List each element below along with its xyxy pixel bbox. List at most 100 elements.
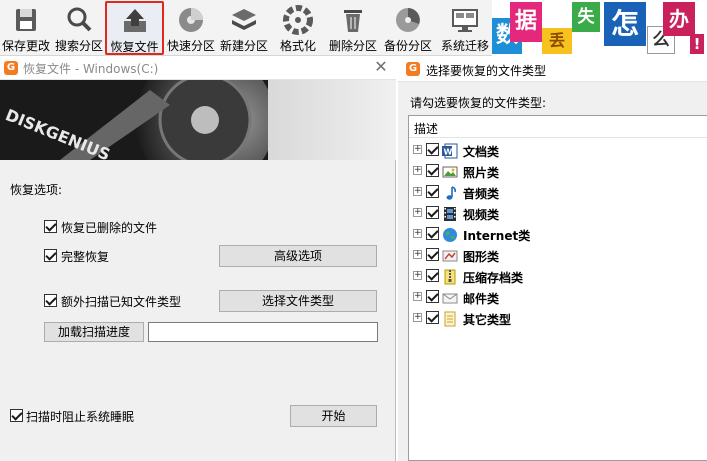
expand-icon[interactable]: + [413,313,422,322]
music-note-icon [446,186,456,200]
other-checkbox[interactable] [426,311,439,324]
graphics-label: 图形类 [463,250,500,264]
file-types-tree: 描述 + W 文档类 + 照片类 + 音频类 + 视频类 + Internet类… [408,115,707,461]
expand-icon[interactable]: + [413,166,422,175]
photos-checkbox[interactable] [426,164,439,177]
mail-label: 邮件类 [463,292,500,306]
banner-tile-ju: 据 [510,2,542,42]
new-partition-label: 新建分区 [219,39,268,53]
save-changes-button[interactable]: 保存更改 [0,2,52,54]
archives-label: 压缩存档类 [463,271,524,285]
search-partition-button[interactable]: 搜索分区 [53,2,105,54]
quick-partition-icon [179,8,203,32]
other-file-icon [444,311,456,327]
prevent-sleep-checkbox[interactable] [10,409,23,422]
select-file-types-button[interactable]: 选择文件类型 [219,290,377,312]
internet-globe-icon [443,228,457,242]
recover-deleted-label: 恢复已删除的文件 [61,221,158,235]
film-strip-icon [444,207,456,221]
documents-label: 文档类 [463,145,500,159]
audio-checkbox[interactable] [426,185,439,198]
recover-files-button[interactable]: 恢复文件 [105,1,164,55]
banner-tile-shi: 失 [572,2,600,32]
backup-partition-button[interactable]: 备份分区 [382,2,434,54]
quick-partition-label: 快速分区 [166,39,215,53]
tree-item-other[interactable]: + 其它类型 [409,308,707,329]
start-button[interactable]: 开始 [290,405,377,427]
delete-partition-button[interactable]: 删除分区 [327,2,379,54]
search-partition-label: 搜索分区 [54,39,103,53]
close-icon[interactable]: ✕ [372,58,390,76]
full-recovery-checkbox[interactable] [44,249,57,262]
documents-checkbox[interactable] [426,143,439,156]
svg-text:W: W [444,148,453,157]
diskgenius-app-icon: G [4,61,18,75]
expand-icon[interactable]: + [413,145,422,154]
tree-item-graphics[interactable]: + 图形类 [409,245,707,266]
backup-partition-icon [396,8,420,32]
format-icon [283,5,313,35]
mail-envelope-icon [442,293,458,304]
tree-item-documents[interactable]: + W 文档类 [409,140,707,161]
tree-item-archives[interactable]: + 压缩存档类 [409,266,707,287]
toolbar: 保存更改 搜索分区 恢复文件 快速分区 新建分区 格式化 删除分区 备份分区 系… [0,0,707,56]
system-migrate-button[interactable]: 系统迁移 [438,2,492,54]
internet-label: Internet类 [463,229,531,243]
graphics-icon [442,250,458,262]
promo-banner[interactable]: 数 据 丢 失 怎 么 办 ! [492,0,707,56]
video-label: 视频类 [463,208,500,222]
recovery-options-label: 恢复选项: [10,183,63,197]
recover-files-icon [123,9,146,32]
recover-deleted-checkbox[interactable] [44,220,57,233]
save-changes-label: 保存更改 [1,39,50,53]
column-header-label: 描述 [414,122,439,136]
extra-scan-checkbox[interactable] [44,294,57,307]
dialog-title: 恢复文件 - Windows(C:) [23,62,159,76]
graphics-checkbox[interactable] [426,248,439,261]
quick-partition-button[interactable]: 快速分区 [165,2,217,54]
file-types-panel: G 选择要恢复的文件类型 请勾选要恢复的文件类型: 描述 + W 文档类 + 照… [398,56,707,461]
new-partition-icon [232,9,256,30]
expand-icon[interactable]: + [413,187,422,196]
delete-partition-label: 删除分区 [328,39,377,53]
audio-label: 音频类 [463,187,500,201]
tree-item-audio[interactable]: + 音频类 [409,182,707,203]
photo-icon [442,166,458,178]
search-partition-icon [67,7,92,32]
video-checkbox[interactable] [426,206,439,219]
tree-item-photos[interactable]: + 照片类 [409,161,707,182]
other-label: 其它类型 [463,313,512,327]
hero-fade [268,80,396,160]
advanced-options-button[interactable]: 高级选项 [219,245,377,267]
full-recovery-label: 完整恢复 [61,250,110,264]
extra-scan-label: 额外扫描已知文件类型 [61,295,182,309]
tree-item-internet[interactable]: + Internet类 [409,224,707,245]
mail-checkbox[interactable] [426,290,439,303]
internet-checkbox[interactable] [426,227,439,240]
word-document-icon: W [442,143,458,159]
dialog-titlebar: G 恢复文件 - Windows(C:) ✕ [0,56,396,80]
tree-item-video[interactable]: + 视频类 [409,203,707,224]
zip-archive-icon [444,269,456,285]
diskgenius-logo-image: DISKGENIUS [0,80,268,160]
system-migrate-label: 系统迁移 [440,39,489,53]
banner-tile-exclaim: ! [690,34,704,54]
column-header-description[interactable]: 描述 [409,116,707,138]
backup-partition-label: 备份分区 [383,39,432,53]
archives-checkbox[interactable] [426,269,439,282]
banner-tile-ban: 办 [663,2,695,36]
file-types-titlebar: G 选择要恢复的文件类型 [398,56,707,82]
expand-icon[interactable]: + [413,208,422,217]
file-types-prompt: 请勾选要恢复的文件类型: [410,96,547,110]
tree-item-mail[interactable]: + 邮件类 [409,287,707,308]
expand-icon[interactable]: + [413,250,422,259]
save-disk-icon [16,9,36,31]
expand-icon[interactable]: + [413,229,422,238]
expand-icon[interactable]: + [413,292,422,301]
new-partition-button[interactable]: 新建分区 [218,2,270,54]
load-scan-progress-button[interactable]: 加载扫描进度 [44,322,144,342]
photos-label: 照片类 [463,166,500,180]
format-button[interactable]: 格式化 [272,2,324,54]
scan-progress-path-input[interactable] [148,322,378,342]
expand-icon[interactable]: + [413,271,422,280]
